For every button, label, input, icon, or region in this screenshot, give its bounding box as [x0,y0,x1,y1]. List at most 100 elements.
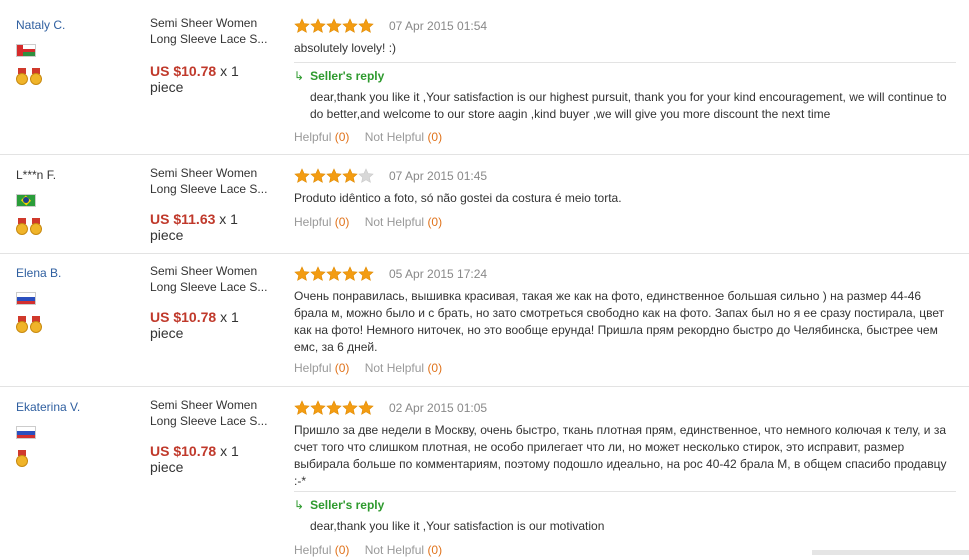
country-flag-icon [16,426,36,439]
star-filled-icon [294,266,310,281]
helpful-votes: Helpful (0) Not Helpful (0) [294,215,454,229]
country-flag-icon [16,44,36,57]
reply-arrow-icon: ↳ [294,498,305,512]
not-helpful-label: Not Helpful [364,361,425,375]
review-date: 02 Apr 2015 01:05 [389,401,488,415]
helpful-button[interactable]: Helpful (0) [294,215,349,229]
quantity: x 1 [220,63,239,79]
seller-reply-text: dear,thank you like it ,Your satisfactio… [310,90,947,121]
medal-icon [30,68,42,85]
buyer-level-medals [16,450,28,467]
medal-icon [30,316,42,333]
medal-icon [30,218,42,235]
not-helpful-label: Not Helpful [364,215,425,229]
helpful-label: Helpful [294,361,332,375]
star-filled-icon [310,266,326,281]
rating-stars [294,400,374,416]
star-filled-icon [326,168,342,183]
review-date: 07 Apr 2015 01:45 [389,169,488,183]
medal-icon [16,316,28,333]
star-filled-icon [294,400,310,415]
buyer-level-medals [16,316,42,333]
not-helpful-count: (0) [427,215,443,229]
rating-stars [294,18,374,34]
price-value: US $10.78 [150,63,217,79]
star-filled-icon [358,18,374,33]
star-filled-icon [342,168,358,183]
quantity: x 1 [220,443,239,459]
helpful-count: (0) [334,361,350,375]
star-filled-icon [358,400,374,415]
star-filled-icon [310,168,326,183]
price-value: US $10.78 [150,443,217,459]
review-date: 05 Apr 2015 17:24 [389,267,488,281]
seller-reply-label: Seller's reply [310,498,385,512]
rating-stars [294,168,374,184]
product-name[interactable]: Semi Sheer Women Long Sleeve Lace S... [150,263,280,295]
buyer-name-link[interactable]: Ekaterina V. [16,400,80,414]
helpful-votes: Helpful (0) Not Helpful (0) [294,130,454,144]
star-filled-icon [326,400,342,415]
review-item: Nataly C. Semi Sheer Women Long Sleeve L… [0,15,969,155]
buyer-name: L***n F. [16,168,57,182]
not-helpful-button[interactable]: Not Helpful (0) [365,215,442,229]
seller-reply: ↳ Seller's reply dear,thank you like it ,… [294,491,956,542]
star-filled-icon [358,266,374,281]
review-text: Очень понравилась, вышивка красивая, так… [294,289,945,354]
price-value: US $11.63 [150,211,216,227]
review-item: Ekaterina V. Semi Sheer Women Long Sleev… [0,397,969,560]
not-helpful-button[interactable]: Not Helpful (0) [365,361,442,375]
buyer-name-link[interactable]: Nataly C. [16,18,65,32]
not-helpful-button[interactable]: Not Helpful (0) [365,130,442,144]
helpful-count: (0) [334,215,350,229]
star-filled-icon [294,168,310,183]
seller-reply-header: ↳ Seller's reply [294,498,384,512]
buyer-level-medals [16,68,42,85]
star-filled-icon [326,266,342,281]
unit: piece [150,227,184,243]
review-date: 07 Apr 2015 01:54 [389,19,488,33]
star-filled-icon [342,18,358,33]
helpful-count: (0) [334,130,350,144]
helpful-label: Helpful [294,215,332,229]
reply-arrow-icon: ↳ [294,69,305,83]
star-filled-icon [342,400,358,415]
quantity: x 1 [219,211,238,227]
star-filled-icon [310,400,326,415]
horizontal-scrollbar[interactable] [812,550,969,555]
buyer-name-link[interactable]: Elena B. [16,266,61,280]
unit: piece [150,325,184,341]
star-filled-icon [326,18,342,33]
order-price: US $10.78 x 1 piece [150,63,239,95]
star-filled-icon [342,266,358,281]
country-flag-icon [16,194,36,207]
seller-reply: ↳ Seller's reply dear,thank you like it ,… [294,62,956,125]
helpful-button[interactable]: Helpful (0) [294,130,349,144]
price-value: US $10.78 [150,309,217,325]
order-price: US $11.63 x 1 piece [150,211,238,243]
medal-icon [16,218,28,235]
order-price: US $10.78 x 1 piece [150,309,239,341]
buyer-level-medals [16,218,42,235]
product-name[interactable]: Semi Sheer Women Long Sleeve Lace S... [150,397,280,429]
seller-reply-label: Seller's reply [310,69,385,83]
product-name[interactable]: Semi Sheer Women Long Sleeve Lace S... [150,165,280,197]
helpful-button[interactable]: Helpful (0) [294,361,349,375]
helpful-label: Helpful [294,130,332,144]
rating-stars [294,266,374,282]
unit: piece [150,459,184,475]
not-helpful-label: Not Helpful [364,130,425,144]
seller-reply-header: ↳ Seller's reply [294,69,384,83]
star-filled-icon [310,18,326,33]
review-item: L***n F. Semi Sheer Women Long Sleeve La… [0,165,969,254]
review-text: absolutely lovely! :) [294,41,397,55]
review-item: Elena B. Semi Sheer Women Long Sleeve La… [0,263,969,387]
product-name[interactable]: Semi Sheer Women Long Sleeve Lace S... [150,15,280,47]
star-empty-icon [358,168,374,183]
review-text: Пришло за две недели в Москву, очень быс… [294,423,947,488]
medal-icon [16,450,28,467]
unit: piece [150,79,184,95]
seller-reply-text: dear,thank you like it ,Your satisfactio… [310,519,605,533]
not-helpful-count: (0) [427,361,443,375]
order-price: US $10.78 x 1 piece [150,443,239,475]
